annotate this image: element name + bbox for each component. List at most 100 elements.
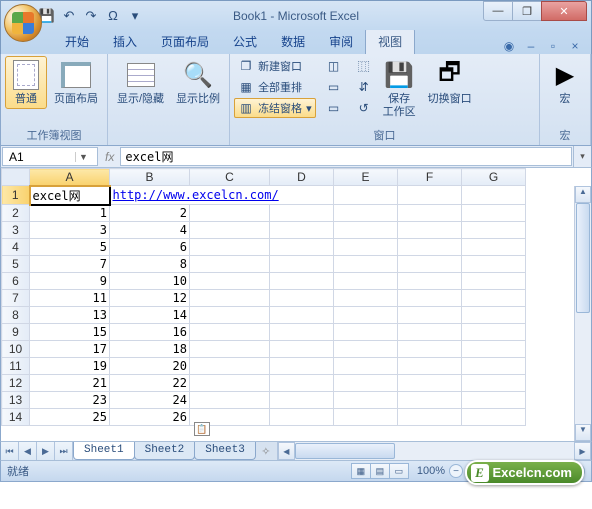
macros-button[interactable]: ▶ 宏 [544, 56, 586, 109]
doc-restore-icon[interactable]: ▫ [545, 38, 561, 54]
cell[interactable] [334, 358, 398, 375]
cell[interactable] [334, 256, 398, 273]
cell[interactable] [462, 409, 526, 426]
cell[interactable] [398, 256, 462, 273]
cell[interactable] [190, 290, 270, 307]
row-header[interactable]: 3 [2, 222, 30, 239]
row-header[interactable]: 7 [2, 290, 30, 307]
scroll-down-icon[interactable]: ▼ [575, 424, 591, 441]
row-header[interactable]: 9 [2, 324, 30, 341]
cell[interactable] [270, 375, 334, 392]
undo-icon[interactable]: ↶ [59, 6, 79, 26]
cell[interactable] [334, 392, 398, 409]
cell[interactable] [398, 290, 462, 307]
cell[interactable] [398, 341, 462, 358]
cell[interactable] [270, 358, 334, 375]
cell[interactable] [334, 273, 398, 290]
cell[interactable]: 8 [110, 256, 190, 273]
tab-review[interactable]: 审阅 [317, 29, 365, 54]
horizontal-scrollbar[interactable]: ◀ ▶ [277, 442, 591, 460]
formula-input[interactable]: excel网 [120, 147, 572, 166]
col-header-g[interactable]: G [462, 169, 526, 186]
tab-data[interactable]: 数据 [269, 29, 317, 54]
cell[interactable] [190, 273, 270, 290]
cell[interactable]: 16 [110, 324, 190, 341]
vertical-scrollbar[interactable]: ▲ ▼ [574, 186, 591, 441]
cell[interactable] [398, 324, 462, 341]
sheet-nav-first-icon[interactable]: ⏮ [1, 442, 19, 460]
cell[interactable] [270, 324, 334, 341]
unhide-button[interactable]: ▭ [322, 98, 346, 118]
reset-pos-button[interactable]: ↺ [352, 98, 376, 118]
row-header[interactable]: 5 [2, 256, 30, 273]
cell[interactable] [190, 307, 270, 324]
tab-home[interactable]: 开始 [53, 29, 101, 54]
cell[interactable] [462, 222, 526, 239]
cell[interactable] [190, 205, 270, 222]
cell[interactable] [270, 341, 334, 358]
namebox-dropdown-icon[interactable]: ▼ [75, 152, 91, 162]
row-header[interactable]: 8 [2, 307, 30, 324]
sheet-tab-1[interactable]: Sheet1 [73, 442, 135, 460]
cell[interactable] [398, 375, 462, 392]
cell[interactable] [462, 290, 526, 307]
cell[interactable] [398, 358, 462, 375]
cell[interactable] [190, 222, 270, 239]
layout-shortcut-icon[interactable]: ▤ [370, 463, 390, 479]
cell-a1[interactable]: excel网 [30, 186, 110, 205]
cell[interactable] [334, 290, 398, 307]
cell[interactable] [398, 273, 462, 290]
cell[interactable] [334, 307, 398, 324]
symbol-icon[interactable]: Ω [103, 6, 123, 26]
cells-table[interactable]: A B C D E F G 1excel网http://www.excelcn.… [1, 168, 526, 426]
normal-shortcut-icon[interactable]: ▦ [351, 463, 371, 479]
cell[interactable]: 1 [30, 205, 110, 222]
cell[interactable]: 20 [110, 358, 190, 375]
row-header[interactable]: 13 [2, 392, 30, 409]
row-header[interactable]: 12 [2, 375, 30, 392]
cell[interactable] [462, 256, 526, 273]
normal-view-button[interactable]: 普通 [5, 56, 47, 109]
cell[interactable]: 26 [110, 409, 190, 426]
hide-button[interactable]: ▭ [322, 77, 346, 97]
cell[interactable] [462, 205, 526, 222]
cell[interactable] [190, 375, 270, 392]
cell[interactable] [270, 409, 334, 426]
close-button[interactable]: ✕ [541, 1, 587, 21]
sheet-tab-2[interactable]: Sheet2 [134, 442, 196, 460]
cell[interactable]: 10 [110, 273, 190, 290]
col-header-f[interactable]: F [398, 169, 462, 186]
cell[interactable] [334, 222, 398, 239]
help-icon[interactable]: ◉ [501, 38, 517, 54]
cell[interactable]: 19 [30, 358, 110, 375]
hscroll-left-icon[interactable]: ◀ [278, 442, 295, 460]
arrange-all-button[interactable]: ▦全部重排 [234, 77, 316, 97]
cell[interactable]: 17 [30, 341, 110, 358]
cell[interactable]: 12 [110, 290, 190, 307]
cell[interactable]: 25 [30, 409, 110, 426]
col-header-e[interactable]: E [334, 169, 398, 186]
cell[interactable] [462, 324, 526, 341]
cell[interactable] [398, 239, 462, 256]
maximize-button[interactable]: ❐ [512, 1, 542, 21]
minimize-button[interactable]: — [483, 1, 513, 21]
cell[interactable]: 5 [30, 239, 110, 256]
expand-formula-bar-icon[interactable]: ▾ [573, 146, 591, 167]
cell[interactable]: 22 [110, 375, 190, 392]
cell[interactable]: 13 [30, 307, 110, 324]
cell[interactable] [462, 392, 526, 409]
cell[interactable] [334, 375, 398, 392]
cell[interactable]: 2 [110, 205, 190, 222]
cell[interactable] [190, 324, 270, 341]
save-workspace-button[interactable]: 💾 保存 工作区 [378, 56, 421, 122]
insert-sheet-icon[interactable]: ✧ [255, 442, 277, 460]
name-box[interactable]: A1 ▼ [2, 147, 98, 166]
zoom-out-button[interactable]: − [449, 464, 463, 478]
cell[interactable] [270, 392, 334, 409]
cell[interactable] [190, 358, 270, 375]
doc-minimize-icon[interactable]: – [523, 38, 539, 54]
sync-scroll-button[interactable]: ⇵ [352, 77, 376, 97]
cell[interactable] [270, 290, 334, 307]
scroll-thumb[interactable] [576, 203, 590, 313]
col-header-d[interactable]: D [270, 169, 334, 186]
